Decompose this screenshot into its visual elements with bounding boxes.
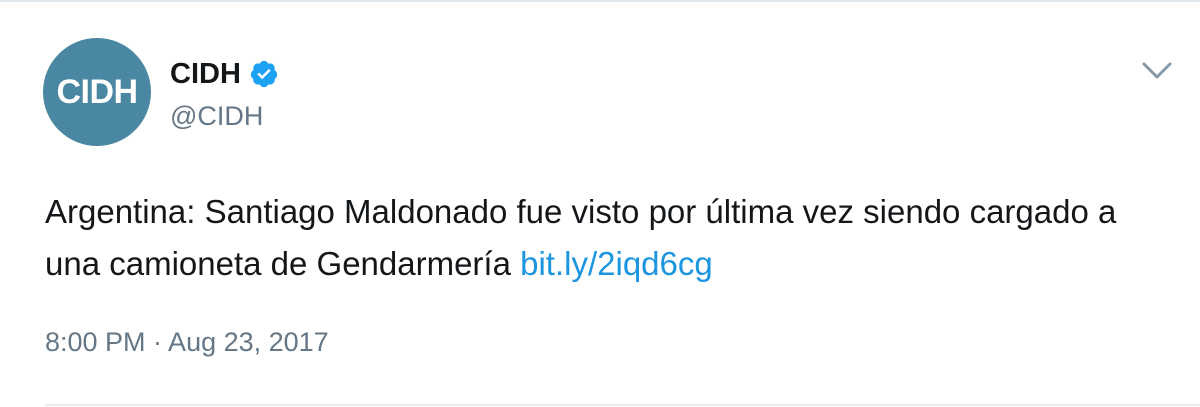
- avatar[interactable]: CIDH: [43, 38, 151, 146]
- tweet-text: Argentina: Santiago Maldonado fue visto …: [45, 186, 1165, 290]
- bottom-divider: [45, 404, 1200, 406]
- tweet-card: CIDH CIDH @CIDH Argentina: Santiago Mald…: [0, 0, 1200, 407]
- author-handle[interactable]: @CIDH: [170, 100, 263, 132]
- author-display-name[interactable]: CIDH: [170, 57, 241, 91]
- chevron-down-icon[interactable]: [1140, 58, 1174, 82]
- tweet-link[interactable]: bit.ly/2iqd6cg: [520, 245, 713, 282]
- tweet-timestamp[interactable]: 8:00 PM · Aug 23, 2017: [45, 325, 329, 359]
- author-name-row: CIDH: [170, 57, 279, 91]
- avatar-logo: CIDH: [56, 72, 138, 112]
- avatar-logo-text: CIDH: [56, 72, 138, 111]
- verified-badge-icon: [249, 59, 279, 89]
